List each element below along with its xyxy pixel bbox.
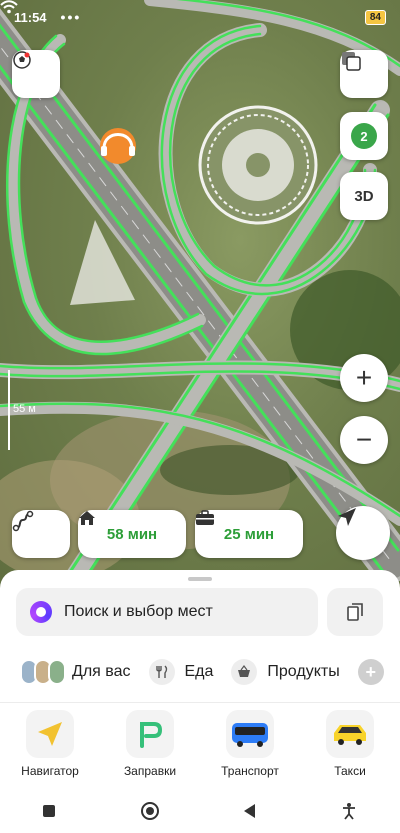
basket-icon [231, 659, 258, 685]
soccer-ball-button[interactable] [12, 50, 60, 98]
app-fuel[interactable]: Заправки [105, 710, 195, 780]
recents-icon[interactable] [42, 804, 55, 817]
category-groceries[interactable]: Продукты [231, 659, 340, 685]
battery-indicator: 84 [364, 9, 386, 25]
bookmarks-icon [347, 603, 363, 621]
app-navigator-label: Навигатор [21, 764, 79, 778]
more-categories-plus-icon[interactable]: + [357, 659, 384, 685]
alice-assistant-icon[interactable] [30, 601, 52, 623]
my-location-button[interactable] [336, 506, 390, 560]
category-for-you-label: Для вас [72, 663, 131, 680]
search-input[interactable]: Поиск и выбор мест [16, 588, 318, 636]
layers-button[interactable] [340, 50, 388, 98]
for-you-avatars-icon [20, 659, 66, 685]
home-nav-icon[interactable] [140, 801, 159, 820]
satellite-map[interactable]: 55 м 11:54 ••• 84 2 3D + − 58 мин 25 мин [0, 0, 400, 600]
fuel-icon [126, 710, 174, 758]
home-route-time: 58 мин [106, 525, 158, 543]
app-navigator[interactable]: Навигатор [5, 710, 95, 780]
traffic-score-button[interactable]: 2 [340, 112, 388, 160]
fork-knife-icon [148, 659, 175, 685]
app-fuel-label: Заправки [123, 764, 177, 778]
search-placeholder: Поиск и выбор мест [64, 603, 213, 620]
zoom-in-button[interactable]: + [340, 354, 388, 402]
app-transport[interactable]: Транспорт [205, 710, 295, 780]
status-time: 11:54 [14, 9, 47, 25]
location-arrow-icon [338, 508, 356, 526]
category-row: Для вас Еда Продукты + [0, 654, 400, 690]
navigator-icon [26, 710, 74, 758]
services-row: Навигатор Заправки Транспорт Такси [0, 710, 400, 780]
wifi-icon [0, 0, 18, 14]
traffic-score-badge: 2 [351, 123, 377, 149]
accessibility-icon[interactable] [341, 802, 357, 820]
notification-dots: ••• [60, 9, 82, 25]
layers-icon [342, 52, 361, 71]
status-bar: 11:54 ••• 84 [0, 0, 400, 34]
3d-label: 3D [354, 187, 374, 205]
category-groceries-label: Продукты [267, 663, 340, 680]
home-icon [79, 511, 95, 525]
sheet-handle[interactable] [188, 577, 212, 581]
3d-button[interactable]: 3D [340, 172, 388, 220]
app-taxi[interactable]: Такси [305, 710, 395, 780]
work-route-time: 25 мин [223, 525, 275, 543]
category-food[interactable]: Еда [148, 659, 214, 685]
app-transport-label: Транспорт [221, 764, 279, 778]
home-route-button[interactable]: 58 мин [78, 510, 186, 558]
category-food-label: Еда [184, 663, 214, 680]
back-icon[interactable] [244, 803, 256, 818]
plus-icon: + [355, 362, 373, 393]
headphones-marker-icon[interactable] [100, 128, 136, 164]
minus-icon: − [355, 424, 373, 455]
app-taxi-label: Такси [334, 764, 366, 778]
bookmarks-button[interactable] [327, 588, 383, 636]
category-for-you[interactable]: Для вас [20, 659, 131, 685]
ornament-circle [198, 105, 318, 225]
bus-icon [226, 710, 274, 758]
scale-label: 55 м [13, 403, 36, 415]
divider [0, 702, 400, 703]
route-icon [12, 510, 34, 532]
work-route-button[interactable]: 25 мин [195, 510, 303, 558]
taxi-icon [326, 710, 374, 758]
briefcase-icon [196, 510, 214, 525]
soccer-ball-icon [13, 51, 31, 69]
bottom-sheet[interactable]: Поиск и выбор мест Для вас Еда Продукты … [0, 570, 400, 833]
zoom-out-button[interactable]: − [340, 416, 388, 464]
route-button[interactable] [12, 510, 70, 558]
system-nav-bar [0, 788, 400, 833]
